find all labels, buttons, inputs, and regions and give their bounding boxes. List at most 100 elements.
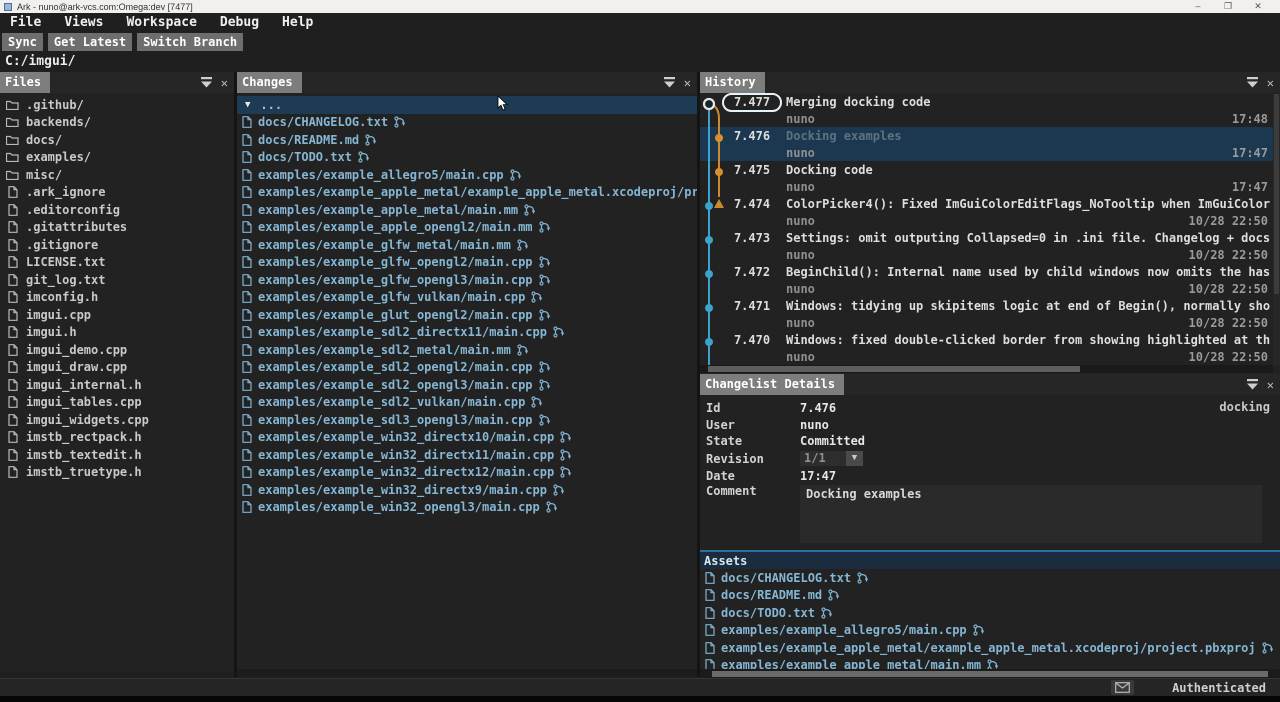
file-name: imgui_demo.cpp	[26, 343, 127, 357]
assets-horizontal-scrollbar[interactable]	[700, 669, 1280, 678]
file-tree-item[interactable]: imgui_draw.cpp	[0, 359, 234, 377]
branch-name: docking	[1219, 400, 1270, 414]
close-icon[interactable]: ✕	[221, 76, 228, 90]
file-tree-item[interactable]: imstb_truetype.h	[0, 464, 234, 482]
filter-icon[interactable]	[200, 73, 213, 92]
file-tree-item[interactable]: .gitattributes	[0, 219, 234, 237]
commit-row[interactable]: 7.476 Docking examples nuno 17:47	[700, 127, 1280, 161]
menu-item[interactable]: Views	[64, 15, 103, 30]
file-tree-item[interactable]: examples/	[0, 149, 234, 167]
asset-file-row[interactable]: examples/example_apple_metal/example_app…	[700, 639, 1280, 657]
folder-icon	[6, 135, 19, 145]
changed-file-row[interactable]: examples/example_win32_directx9/main.cpp	[237, 481, 697, 499]
commit-row[interactable]: 7.472 BeginChild(): Internal name used b…	[700, 263, 1280, 297]
filter-icon[interactable]	[1246, 375, 1259, 394]
menu-item[interactable]: Debug	[220, 15, 259, 30]
close-icon[interactable]: ✕	[1267, 378, 1274, 392]
file-tree-item[interactable]: imconfig.h	[0, 289, 234, 307]
commit-row[interactable]: 7.470 Windows: fixed double-clicked bord…	[700, 331, 1280, 365]
changed-file-row[interactable]: examples/example_apple_metal/main.mm	[237, 201, 697, 219]
changed-file-row[interactable]: examples/example_glfw_metal/main.mm	[237, 236, 697, 254]
asset-file-row[interactable]: examples/example_apple_metal/main.mm	[700, 657, 1280, 670]
file-tree-item[interactable]: docs/	[0, 131, 234, 149]
commit-row[interactable]: 7.475 Docking code nuno 17:47	[700, 161, 1280, 195]
changed-file-row[interactable]: examples/example_win32_directx11/main.cp…	[237, 446, 697, 464]
file-tree-item[interactable]: git_log.txt	[0, 271, 234, 289]
filter-icon[interactable]	[663, 73, 676, 92]
menu-item[interactable]: Workspace	[126, 15, 196, 30]
changed-file-row[interactable]: examples/example_allegro5/main.cpp	[237, 166, 697, 184]
toolbar-button[interactable]: Get Latest	[48, 33, 132, 51]
asset-file-row[interactable]: examples/example_allegro5/main.cpp	[700, 622, 1280, 640]
changes-tab[interactable]: Changes	[237, 72, 302, 93]
file-tree-item[interactable]: imgui.h	[0, 324, 234, 342]
file-tree-item[interactable]: LICENSE.txt	[0, 254, 234, 272]
close-button[interactable]: ✕	[1252, 1, 1264, 12]
changed-file-row[interactable]: examples/example_sdl2_opengl2/main.cpp	[237, 359, 697, 377]
changed-file-row[interactable]: examples/example_win32_opengl3/main.cpp	[237, 499, 697, 517]
file-tree-item[interactable]: backends/	[0, 114, 234, 132]
file-tree-item[interactable]: imgui_widgets.cpp	[0, 411, 234, 429]
changed-file-row[interactable]: docs/CHANGELOG.txt	[237, 114, 697, 132]
changed-file-row[interactable]: examples/example_sdl2_vulkan/main.cpp	[237, 394, 697, 412]
asset-file-path: docs/README.md	[721, 588, 822, 602]
commit-row[interactable]: 7.477 Merging docking code nuno 17:48	[700, 93, 1280, 127]
file-tree-item[interactable]: .editorconfig	[0, 201, 234, 219]
file-tree-item[interactable]: imgui.cpp	[0, 306, 234, 324]
commit-row[interactable]: 7.474 ColorPicker4(): Fixed ImGuiColorEd…	[700, 195, 1280, 229]
revision-dropdown[interactable]: 1/1 ▼	[800, 451, 863, 466]
file-tree-item[interactable]: imgui_tables.cpp	[0, 394, 234, 412]
changed-file-row[interactable]: examples/example_glfw_opengl2/main.cpp	[237, 254, 697, 272]
changes-root-row[interactable]: ▼ ...	[237, 96, 697, 114]
file-tree-item[interactable]: .gitignore	[0, 236, 234, 254]
changed-file-row[interactable]: examples/example_apple_metal/example_app…	[237, 184, 697, 202]
file-tree-item[interactable]: imstb_rectpack.h	[0, 429, 234, 447]
file-tree-item[interactable]: .github/	[0, 96, 234, 114]
chevron-down-icon[interactable]: ▼	[846, 451, 863, 466]
toolbar-button[interactable]: Sync	[2, 33, 43, 51]
file-tree-item[interactable]: misc/	[0, 166, 234, 184]
changed-file-row[interactable]: examples/example_sdl2_metal/main.mm	[237, 341, 697, 359]
asset-file-row[interactable]: docs/CHANGELOG.txt	[700, 569, 1280, 587]
filter-icon[interactable]	[1246, 73, 1259, 92]
commit-message: Windows: tidying up skipitems logic at e…	[786, 299, 1280, 313]
changed-file-row[interactable]: examples/example_sdl2_directx11/main.cpp	[237, 324, 697, 342]
file-tree-item[interactable]: imgui_demo.cpp	[0, 341, 234, 359]
workspace-path: C:/imgui/	[0, 52, 1280, 72]
changed-file-row[interactable]: docs/README.md	[237, 131, 697, 149]
comment-field[interactable]: Docking examples	[800, 485, 1262, 543]
asset-file-row[interactable]: docs/README.md	[700, 587, 1280, 605]
files-tab[interactable]: Files	[0, 72, 50, 93]
changed-file-row[interactable]: examples/example_glfw_opengl3/main.cpp	[237, 271, 697, 289]
changed-file-row[interactable]: docs/TODO.txt	[237, 149, 697, 167]
menu-item[interactable]: Help	[282, 15, 313, 30]
expander-icon[interactable]: ▼	[245, 100, 250, 110]
history-horizontal-scrollbar[interactable]	[700, 365, 1273, 373]
menu-item[interactable]: File	[10, 15, 41, 30]
file-tree-item[interactable]: imgui_internal.h	[0, 376, 234, 394]
changed-file-row[interactable]: examples/example_sdl3_opengl3/main.cpp	[237, 411, 697, 429]
file-name: .gitattributes	[26, 220, 127, 234]
file-tree-item[interactable]: .ark_ignore	[0, 184, 234, 202]
asset-file-row[interactable]: docs/TODO.txt	[700, 604, 1280, 622]
changes-horizontal-scrollbar[interactable]	[237, 669, 697, 676]
file-icon	[242, 344, 252, 356]
history-vertical-scrollbar[interactable]	[1273, 94, 1280, 365]
commit-row[interactable]: 7.471 Windows: tidying up skipitems logi…	[700, 297, 1280, 331]
changed-file-row[interactable]: examples/example_win32_directx10/main.cp…	[237, 429, 697, 447]
commit-row[interactable]: 7.473 Settings: omit outputing Collapsed…	[700, 229, 1280, 263]
changed-file-row[interactable]: examples/example_apple_opengl2/main.mm	[237, 219, 697, 237]
changed-file-row[interactable]: examples/example_glfw_vulkan/main.cpp	[237, 289, 697, 307]
toolbar-button[interactable]: Switch Branch	[137, 33, 243, 51]
changed-file-row[interactable]: examples/example_win32_directx12/main.cp…	[237, 464, 697, 482]
close-icon[interactable]: ✕	[684, 76, 691, 90]
minimize-button[interactable]: –	[1192, 1, 1204, 12]
changed-file-row[interactable]: examples/example_sdl2_opengl3/main.cpp	[237, 376, 697, 394]
changelist-details-tab[interactable]: Changelist Details	[700, 374, 844, 395]
history-tab[interactable]: History	[700, 72, 765, 93]
changed-file-row[interactable]: examples/example_glut_opengl2/main.cpp	[237, 306, 697, 324]
close-icon[interactable]: ✕	[1267, 76, 1274, 90]
file-tree-item[interactable]: imstb_textedit.h	[0, 446, 234, 464]
maximize-button[interactable]: ❐	[1222, 1, 1234, 12]
asset-file-path: docs/CHANGELOG.txt	[721, 571, 851, 585]
